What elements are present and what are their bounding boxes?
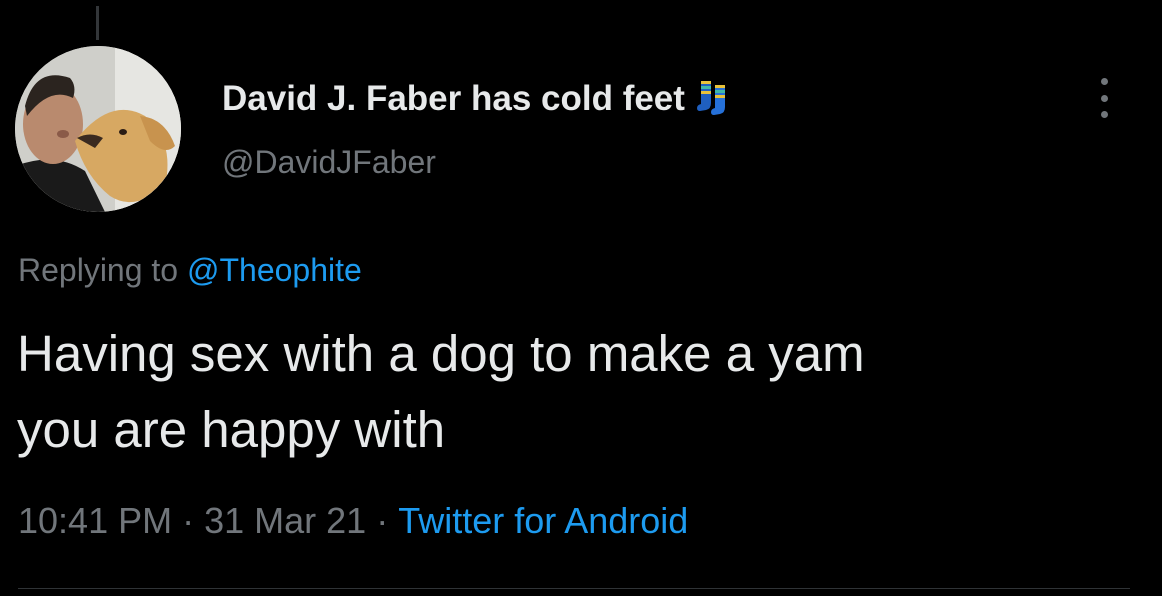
tweet-text-line: you are happy with xyxy=(17,401,446,458)
avatar[interactable] xyxy=(15,46,181,212)
more-dot-icon xyxy=(1100,78,1108,85)
author-name-row[interactable]: David J. Faber has cold feet xyxy=(222,76,731,122)
replying-to-mention-link[interactable]: @Theophite xyxy=(187,252,362,288)
author-handle[interactable]: @DavidJFaber xyxy=(222,144,436,181)
replying-to-label: Replying to xyxy=(18,252,179,288)
more-dot-icon xyxy=(1100,111,1108,118)
tweet-text-line: Having sex with a dog to make a yam xyxy=(17,325,865,382)
more-options-button[interactable] xyxy=(1092,78,1116,118)
separator-dot: · xyxy=(376,500,389,541)
tweet-time[interactable]: 10:41 PM xyxy=(18,500,172,541)
tweet-card: David J. Faber has cold feet @DavidJFabe… xyxy=(0,0,1162,596)
tweet-metadata: 10:41 PM · 31 Mar 21 · Twitter for Android xyxy=(18,500,688,542)
replying-to-line: Replying to @Theophite xyxy=(18,252,362,289)
socks-icon xyxy=(696,81,725,115)
separator-dot: · xyxy=(182,500,195,541)
tweet-source-link[interactable]: Twitter for Android xyxy=(398,500,688,541)
tweet-date[interactable]: 31 Mar 21 xyxy=(204,500,366,541)
more-dot-icon xyxy=(1100,94,1108,102)
thread-connector-line xyxy=(96,6,99,40)
display-name[interactable]: David J. Faber has cold feet xyxy=(222,79,685,119)
tweet-text: Having sex with a dog to make a yam you … xyxy=(17,316,1137,468)
divider xyxy=(18,588,1130,589)
avatar-photo xyxy=(15,46,181,212)
